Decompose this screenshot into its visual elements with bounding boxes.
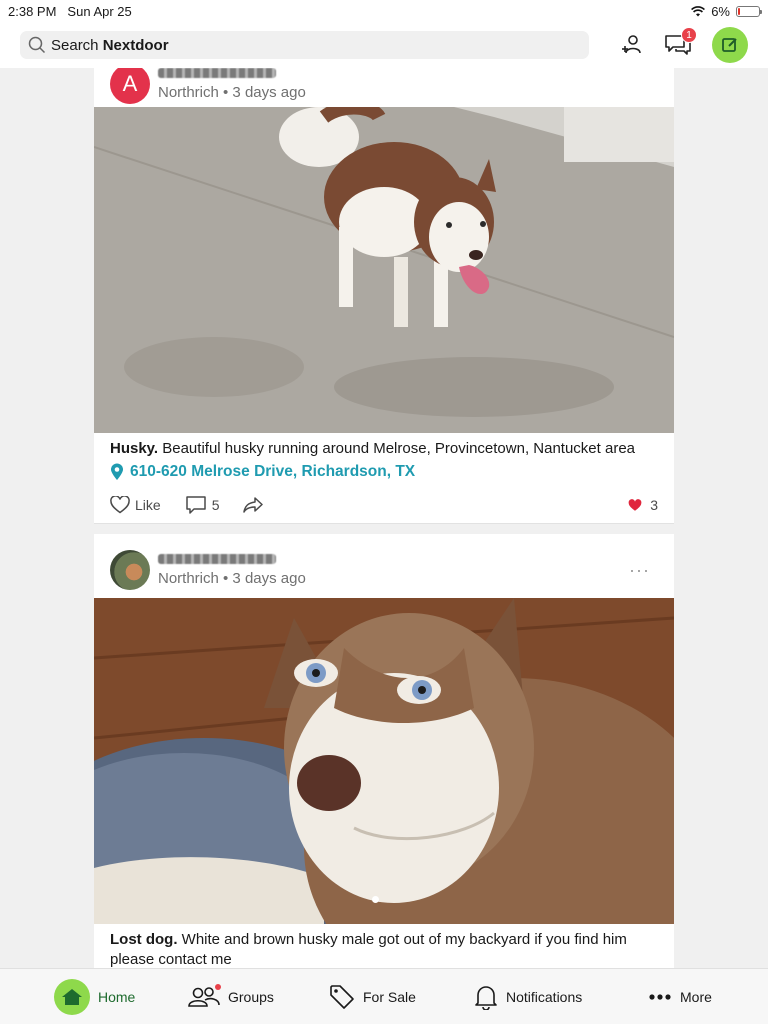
share-button[interactable] [243, 496, 264, 514]
search-placeholder: Search Nextdoor [51, 36, 169, 54]
post-card: A Northrich • 3 days ago Husky. Beautifu… [94, 68, 674, 523]
search-input[interactable]: Search Nextdoor [20, 31, 589, 59]
tab-home[interactable]: Home [54, 978, 135, 1015]
author-meta: Northrich • 3 days ago [158, 68, 306, 101]
tab-notifications[interactable]: Notifications [474, 984, 582, 1010]
post-photo[interactable] [94, 107, 674, 433]
status-right: 6% [691, 3, 762, 19]
battery-icon [736, 5, 762, 17]
messages-badge: 1 [681, 27, 697, 43]
battery-percent: 6% [711, 3, 730, 19]
author-meta: Northrich • 3 days ago [158, 553, 306, 587]
groups-new-dot [215, 983, 221, 990]
reaction-count: 3 [650, 497, 658, 513]
search-icon [28, 36, 46, 54]
wifi-icon [691, 5, 706, 16]
comment-count: 5 [211, 497, 220, 513]
author-name-redacted [158, 553, 276, 564]
post-card: Northrich • 3 days ago ··· Lost dog. Whi… [94, 534, 674, 968]
share-icon [243, 497, 264, 513]
post-neighborhood-time: Northrich • 3 days ago [158, 569, 306, 587]
messages-button[interactable]: 1 [664, 27, 697, 57]
status-time: 2:38 PM [8, 3, 57, 19]
tab-for-sale[interactable]: For Sale [329, 984, 416, 1010]
bottom-tab-bar: Home Groups For Sale Notifications More [0, 968, 768, 1024]
husky-photo-illustration [94, 107, 674, 433]
compose-icon [722, 38, 737, 52]
header-actions: 1 [620, 27, 748, 63]
top-bar: Search Nextdoor 1 [0, 22, 768, 68]
post-more-options[interactable]: ··· [629, 560, 650, 581]
more-dots-icon [649, 993, 671, 1000]
home-icon [54, 978, 90, 1015]
heart-filled-icon [628, 498, 642, 511]
post-location-link[interactable]: 610-620 Melrose Drive, Richardson, TX [110, 463, 415, 481]
add-person-icon [622, 35, 641, 54]
news-feed[interactable]: A Northrich • 3 days ago Husky. Beautifu… [0, 68, 768, 968]
author-name-redacted [158, 68, 276, 78]
photo-page-indicator [372, 896, 379, 903]
invite-neighbor-button[interactable] [620, 33, 644, 57]
reactions-summary[interactable]: 3 [628, 497, 658, 513]
post-location-text: 610-620 Melrose Drive, Richardson, TX [130, 463, 416, 480]
post-divider [94, 523, 674, 534]
post-body: Husky. Beautiful husky running around Me… [110, 440, 636, 457]
post-author[interactable]: Northrich • 3 days ago ··· [110, 550, 650, 590]
post-body: Lost dog. White and brown husky male got… [110, 931, 627, 968]
post-neighborhood-time: Northrich • 3 days ago [158, 83, 306, 101]
map-pin-icon [111, 463, 123, 480]
post-photo[interactable] [94, 598, 674, 924]
compose-post-button[interactable] [712, 27, 748, 63]
avatar[interactable] [110, 550, 150, 590]
comment-icon [185, 496, 206, 514]
like-button[interactable]: Like [110, 496, 161, 514]
post-actions: Like 5 3 [110, 495, 658, 515]
tag-icon [330, 984, 354, 1009]
post-author[interactable]: A Northrich • 3 days ago [110, 68, 650, 104]
tab-more[interactable]: More [648, 989, 712, 1005]
heart-outline-icon [110, 496, 130, 514]
comment-button[interactable]: 5 [185, 495, 220, 515]
tab-groups[interactable]: Groups [188, 983, 274, 1009]
status-date: Sun Apr 25 [67, 3, 132, 19]
bell-icon [475, 985, 497, 1010]
like-label: Like [135, 497, 161, 513]
avatar[interactable]: A [110, 68, 150, 104]
status-bar: 2:38 PM Sun Apr 25 6% [0, 0, 768, 22]
husky-closeup-illustration [94, 598, 674, 924]
